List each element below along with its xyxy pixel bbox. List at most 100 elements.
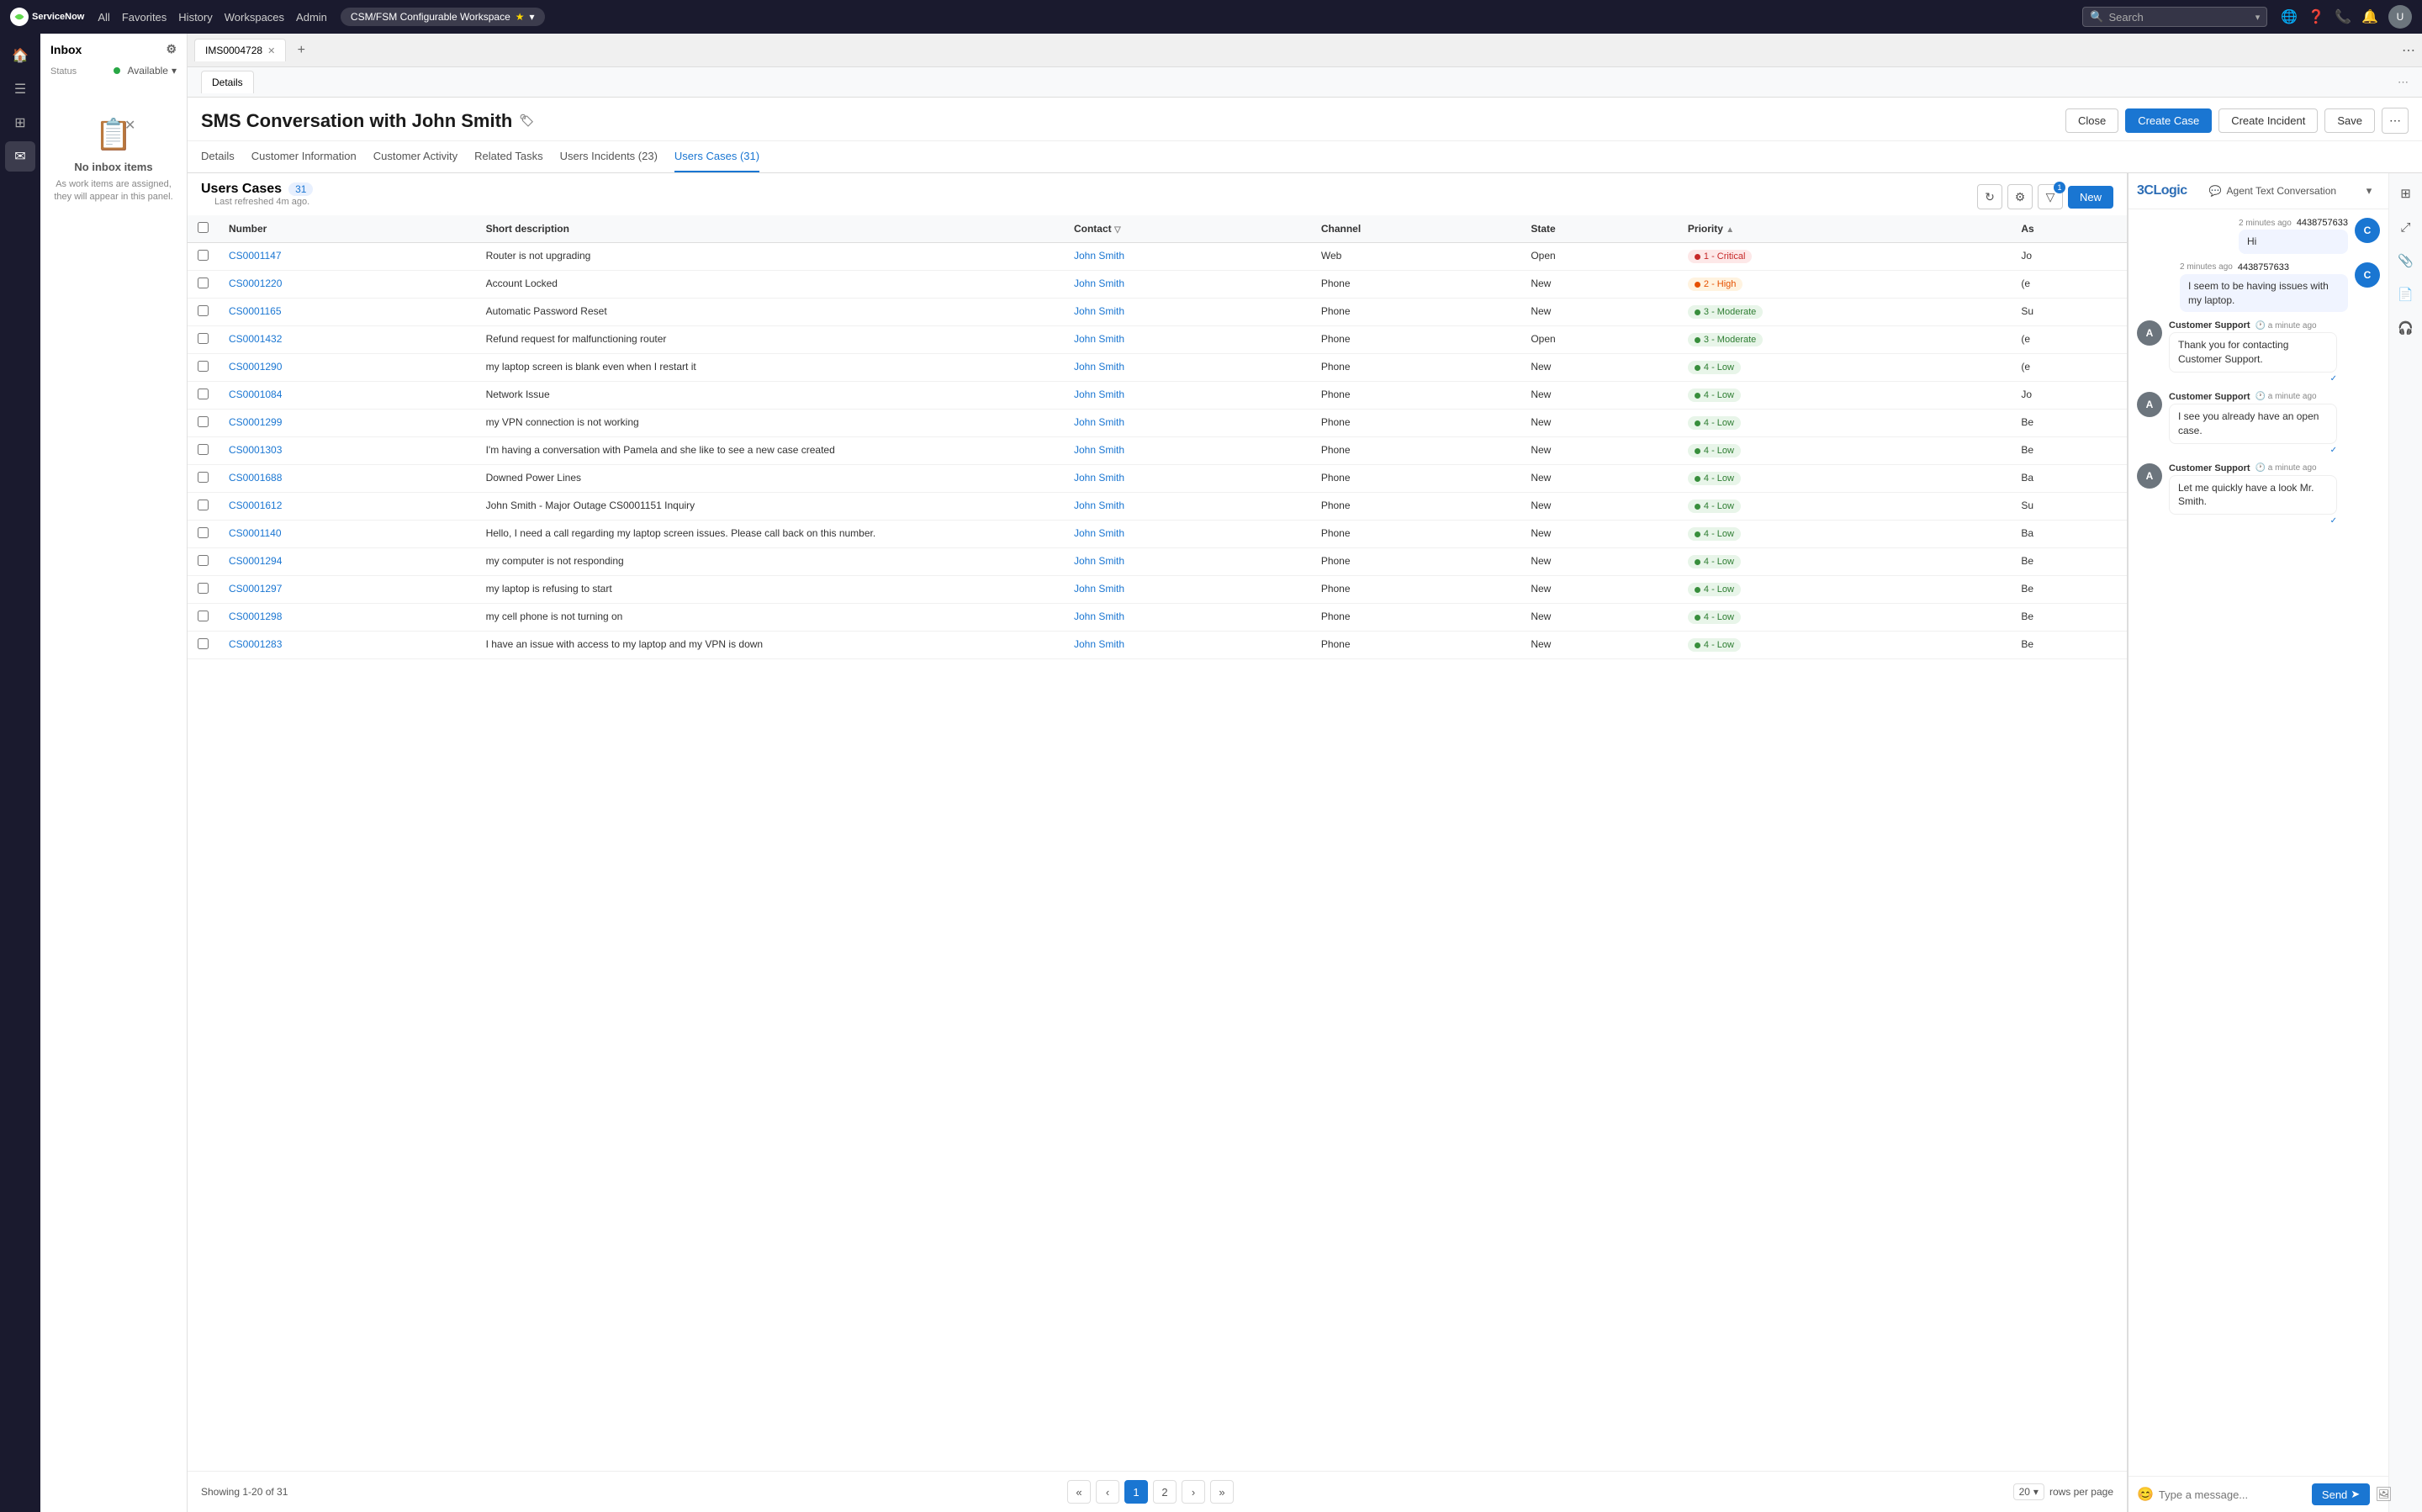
create-incident-button[interactable]: Create Incident (2218, 108, 2318, 133)
row-checkbox[interactable] (198, 611, 209, 621)
col-contact[interactable]: Contact ▽ (1064, 215, 1311, 243)
row-checkbox[interactable] (198, 638, 209, 649)
row-checkbox[interactable] (198, 333, 209, 344)
case-number-link[interactable]: CS0001297 (229, 583, 282, 595)
globe-icon[interactable]: 🌐 (2281, 8, 2298, 25)
contact-link[interactable]: John Smith (1074, 583, 1124, 595)
case-number-link[interactable]: CS0001283 (229, 638, 282, 650)
page-1-button[interactable]: 1 (1124, 1480, 1148, 1504)
send-button[interactable]: Send ➤ (2312, 1483, 2370, 1505)
tag-icon[interactable]: 🏷 (519, 114, 534, 128)
panel-4-icon[interactable]: 📄 (2393, 281, 2419, 308)
col-state[interactable]: State (1520, 215, 1678, 243)
tab-related-tasks[interactable]: Related Tasks (474, 141, 542, 172)
contact-link[interactable]: John Smith (1074, 389, 1124, 400)
nav-admin[interactable]: Admin (296, 11, 327, 24)
sub-tab-more-icon[interactable]: ⋯ (2398, 76, 2409, 89)
sidebar-inbox-icon[interactable]: ✉ (5, 141, 35, 172)
sidebar-grid-icon[interactable]: ⊞ (5, 108, 35, 138)
case-number-link[interactable]: CS0001290 (229, 361, 282, 373)
row-checkbox[interactable] (198, 444, 209, 455)
case-number-link[interactable]: CS0001299 (229, 416, 282, 428)
nav-all[interactable]: All (98, 11, 109, 24)
nav-history[interactable]: History (178, 11, 212, 24)
row-checkbox[interactable] (198, 278, 209, 288)
nav-favorites[interactable]: Favorites (122, 11, 167, 24)
tab-users-cases[interactable]: Users Cases (31) (674, 141, 759, 172)
close-button[interactable]: Close (2065, 108, 2118, 133)
workspace-selector[interactable]: CSM/FSM Configurable Workspace ★ ▾ (341, 8, 545, 26)
case-number-link[interactable]: CS0001688 (229, 472, 282, 484)
tab-customer-activity[interactable]: Customer Activity (373, 141, 457, 172)
search-bar[interactable]: 🔍 Search ▾ (2082, 7, 2267, 27)
contact-link[interactable]: John Smith (1074, 416, 1124, 428)
case-number-link[interactable]: CS0001147 (229, 250, 282, 262)
panel-2-icon[interactable]: ⤢ (2393, 214, 2419, 241)
contact-link[interactable]: John Smith (1074, 444, 1124, 456)
case-number-link[interactable]: CS0001165 (229, 305, 282, 317)
case-number-link[interactable]: CS0001084 (229, 389, 282, 400)
row-checkbox[interactable] (198, 555, 209, 566)
emoji-icon[interactable]: 😊 (2137, 1486, 2154, 1503)
case-number-link[interactable]: CS0001220 (229, 278, 282, 289)
col-short-description[interactable]: Short description (476, 215, 1064, 243)
image-icon[interactable]: 🖼 (2375, 1486, 2392, 1503)
row-checkbox[interactable] (198, 250, 209, 261)
tab-customer-information[interactable]: Customer Information (251, 141, 357, 172)
tab-more-button[interactable]: ⋯ (2402, 42, 2415, 59)
row-checkbox[interactable] (198, 500, 209, 510)
contact-link[interactable]: John Smith (1074, 361, 1124, 373)
phone-icon[interactable]: 📞 (2335, 8, 2351, 25)
contact-link[interactable]: John Smith (1074, 611, 1124, 622)
availability-selector[interactable]: Available ▾ (114, 65, 177, 77)
contact-link[interactable]: John Smith (1074, 638, 1124, 650)
case-number-link[interactable]: CS0001140 (229, 527, 282, 539)
tab-add-button[interactable]: + (289, 39, 313, 62)
panel-3-icon[interactable]: 📎 (2393, 247, 2419, 274)
contact-link[interactable]: John Smith (1074, 472, 1124, 484)
sidebar-home-icon[interactable]: 🏠 (5, 40, 35, 71)
rows-per-page-selector[interactable]: 20 ▾ (2013, 1483, 2044, 1500)
case-number-link[interactable]: CS0001432 (229, 333, 282, 345)
panel-1-icon[interactable]: ⊞ (2393, 180, 2419, 207)
col-channel[interactable]: Channel (1311, 215, 1520, 243)
tab-details[interactable]: Details (201, 141, 235, 172)
create-case-button[interactable]: Create Case (2125, 108, 2212, 133)
contact-link[interactable]: John Smith (1074, 305, 1124, 317)
row-checkbox[interactable] (198, 416, 209, 427)
tab-IMS0004728[interactable]: IMS0004728 ✕ (194, 39, 286, 61)
col-number[interactable]: Number (219, 215, 476, 243)
nav-workspaces[interactable]: Workspaces (225, 11, 284, 24)
contact-link[interactable]: John Smith (1074, 555, 1124, 567)
row-checkbox[interactable] (198, 361, 209, 372)
chat-dropdown-icon[interactable]: ▾ (2358, 180, 2380, 202)
contact-link[interactable]: John Smith (1074, 250, 1124, 262)
first-page-button[interactable]: « (1067, 1480, 1091, 1504)
row-checkbox[interactable] (198, 583, 209, 594)
tab-close-icon[interactable]: ✕ (267, 45, 275, 56)
refresh-button[interactable]: ↻ (1977, 184, 2002, 209)
page-2-button[interactable]: 2 (1153, 1480, 1177, 1504)
case-number-link[interactable]: CS0001303 (229, 444, 282, 456)
inbox-settings-icon[interactable]: ⚙ (166, 42, 177, 56)
contact-link[interactable]: John Smith (1074, 278, 1124, 289)
settings-button[interactable]: ⚙ (2007, 184, 2033, 209)
more-actions-button[interactable]: ⋯ (2382, 108, 2409, 134)
contact-link[interactable]: John Smith (1074, 333, 1124, 345)
avatar[interactable]: U (2388, 5, 2412, 29)
row-checkbox[interactable] (198, 527, 209, 538)
panel-5-icon[interactable]: 🎧 (2393, 315, 2419, 341)
select-all-checkbox[interactable] (198, 222, 209, 233)
help-icon[interactable]: ❓ (2308, 8, 2324, 25)
bell-icon[interactable]: 🔔 (2361, 8, 2378, 25)
last-page-button[interactable]: » (1210, 1480, 1234, 1504)
case-number-link[interactable]: CS0001294 (229, 555, 282, 567)
col-assigned[interactable]: As (2011, 215, 2127, 243)
case-number-link[interactable]: CS0001612 (229, 500, 282, 511)
row-checkbox[interactable] (198, 305, 209, 316)
row-checkbox[interactable] (198, 472, 209, 483)
prev-page-button[interactable]: ‹ (1096, 1480, 1119, 1504)
sidebar-menu-icon[interactable]: ☰ (5, 74, 35, 104)
col-priority[interactable]: Priority ▲ (1678, 215, 2011, 243)
new-case-button[interactable]: New (2068, 186, 2113, 209)
